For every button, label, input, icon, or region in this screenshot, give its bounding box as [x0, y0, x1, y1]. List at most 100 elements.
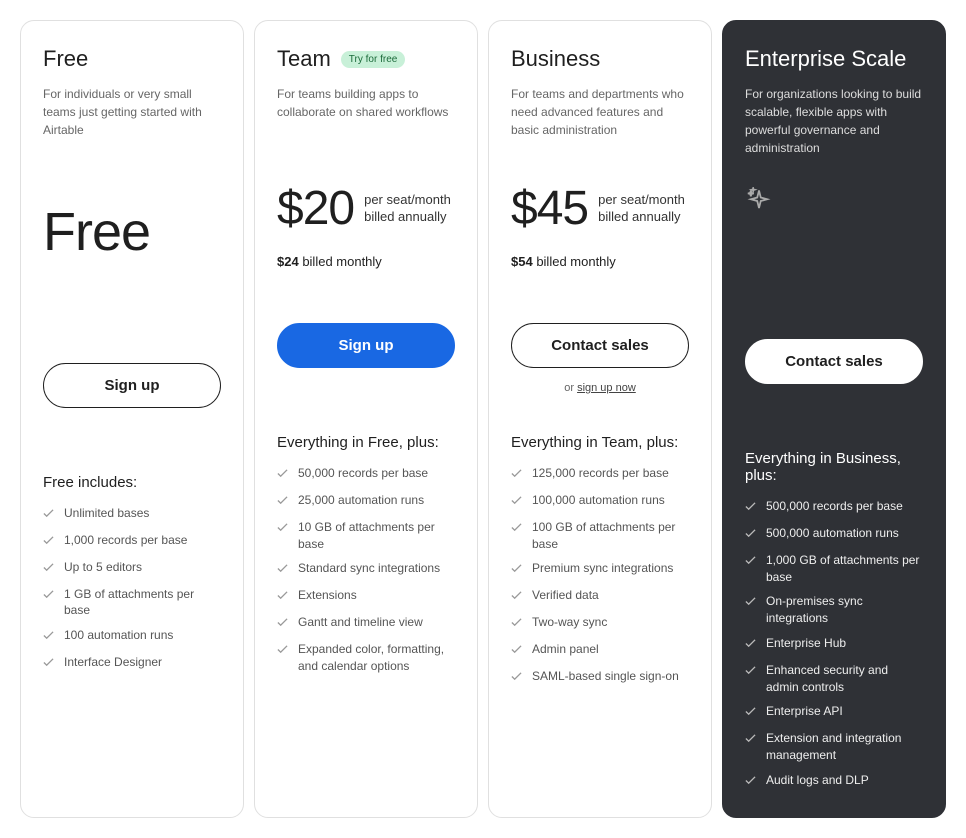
price-block: $45 per seat/month billed annually $54 b… — [511, 181, 689, 291]
check-icon — [277, 467, 288, 484]
check-icon — [277, 616, 288, 633]
feature-item: Expanded color, formatting, and calendar… — [277, 641, 455, 675]
check-icon — [43, 656, 54, 673]
contact-sales-button[interactable]: Contact sales — [511, 323, 689, 368]
features-title: Everything in Business, plus: — [745, 450, 923, 484]
price-monthly: $24 billed monthly — [277, 254, 455, 269]
feature-text: Enterprise API — [766, 703, 843, 720]
feature-item: Interface Designer — [43, 654, 221, 673]
plan-header: Enterprise Scale — [745, 47, 923, 71]
try-free-badge: Try for free — [341, 51, 406, 68]
check-icon — [277, 589, 288, 606]
price-row: $45 per seat/month billed annually — [511, 181, 689, 236]
sparkle-icon — [745, 187, 923, 307]
feature-text: 500,000 records per base — [766, 498, 903, 515]
feature-item: Up to 5 editors — [43, 559, 221, 578]
price-monthly: $54 billed monthly — [511, 254, 689, 269]
plan-price: Free — [43, 201, 221, 331]
sub-cta-spacer — [43, 408, 221, 436]
signup-button[interactable]: Sign up — [43, 363, 221, 408]
check-icon — [511, 616, 522, 633]
check-icon — [511, 562, 522, 579]
check-icon — [745, 637, 756, 654]
feature-text: 1,000 records per base — [64, 532, 187, 549]
feature-item: Enterprise API — [745, 703, 923, 722]
plan-card-business: Business For teams and departments who n… — [488, 20, 712, 818]
feature-text: Standard sync integrations — [298, 560, 440, 577]
plan-description: For organizations looking to build scala… — [745, 85, 923, 157]
plan-description: For individuals or very small teams just… — [43, 85, 221, 141]
feature-item: On-premises sync integrations — [745, 593, 923, 627]
check-icon — [277, 521, 288, 538]
check-icon — [43, 507, 54, 524]
feature-text: 100 GB of attachments per base — [532, 519, 689, 553]
feature-item: 100 automation runs — [43, 627, 221, 646]
signup-button[interactable]: Sign up — [277, 323, 455, 368]
feature-text: Gantt and timeline view — [298, 614, 423, 631]
feature-text: Unlimited bases — [64, 505, 149, 522]
feature-text: 1,000 GB of attachments per base — [766, 552, 923, 586]
plan-description: For teams building apps to collaborate o… — [277, 85, 455, 141]
feature-text: SAML-based single sign-on — [532, 668, 679, 685]
plan-name: Team — [277, 47, 331, 71]
plan-card-free: Free For individuals or very small teams… — [20, 20, 244, 818]
price-monthly-amount: $24 — [277, 254, 299, 269]
plan-card-team: Team Try for free For teams building app… — [254, 20, 478, 818]
features-list: 50,000 records per base 25,000 automatio… — [277, 465, 455, 674]
pricing-grid: Free For individuals or very small teams… — [20, 20, 946, 818]
check-icon — [511, 494, 522, 511]
feature-text: On-premises sync integrations — [766, 593, 923, 627]
feature-text: 100,000 automation runs — [532, 492, 665, 509]
features-title: Everything in Free, plus: — [277, 434, 455, 451]
feature-text: 125,000 records per base — [532, 465, 669, 482]
feature-item: Extensions — [277, 587, 455, 606]
sub-cta-spacer — [745, 384, 923, 412]
feature-item: 50,000 records per base — [277, 465, 455, 484]
feature-text: Interface Designer — [64, 654, 162, 671]
features-title: Free includes: — [43, 474, 221, 491]
plan-header: Team Try for free — [277, 47, 455, 71]
feature-text: Two-way sync — [532, 614, 607, 631]
check-icon — [745, 595, 756, 612]
features-list: Unlimited bases 1,000 records per base U… — [43, 505, 221, 673]
feature-item: SAML-based single sign-on — [511, 668, 689, 687]
plan-name: Enterprise Scale — [745, 47, 906, 71]
check-icon — [745, 705, 756, 722]
feature-text: Enterprise Hub — [766, 635, 846, 652]
check-icon — [745, 732, 756, 749]
feature-text: Audit logs and DLP — [766, 772, 869, 789]
check-icon — [43, 629, 54, 646]
check-icon — [43, 561, 54, 578]
price-amount: $45 — [511, 181, 588, 236]
sub-cta-prefix: or — [564, 382, 577, 394]
feature-item: 1 GB of attachments per base — [43, 586, 221, 620]
feature-item: Admin panel — [511, 641, 689, 660]
check-icon — [745, 500, 756, 517]
feature-text: 500,000 automation runs — [766, 525, 899, 542]
feature-item: 500,000 records per base — [745, 498, 923, 517]
plan-header: Business — [511, 47, 689, 71]
feature-text: Enhanced security and admin controls — [766, 662, 923, 696]
check-icon — [745, 554, 756, 571]
feature-item: 10 GB of attachments per base — [277, 519, 455, 553]
contact-sales-button[interactable]: Contact sales — [745, 339, 923, 384]
price-unit: per seat/month billed annually — [364, 192, 455, 226]
feature-text: Up to 5 editors — [64, 559, 142, 576]
price-monthly-label: billed monthly — [533, 254, 616, 269]
signup-now-link[interactable]: sign up now — [577, 382, 636, 394]
feature-item: 1,000 GB of attachments per base — [745, 552, 923, 586]
check-icon — [43, 588, 54, 605]
price-amount: $20 — [277, 181, 354, 236]
feature-item: Extension and integration management — [745, 730, 923, 764]
check-icon — [511, 467, 522, 484]
check-icon — [277, 643, 288, 660]
check-icon — [745, 527, 756, 544]
check-icon — [277, 494, 288, 511]
price-block: $20 per seat/month billed annually $24 b… — [277, 181, 455, 291]
check-icon — [745, 774, 756, 791]
feature-item: 100,000 automation runs — [511, 492, 689, 511]
feature-item: 1,000 records per base — [43, 532, 221, 551]
price-monthly-amount: $54 — [511, 254, 533, 269]
feature-item: 500,000 automation runs — [745, 525, 923, 544]
feature-item: Standard sync integrations — [277, 560, 455, 579]
